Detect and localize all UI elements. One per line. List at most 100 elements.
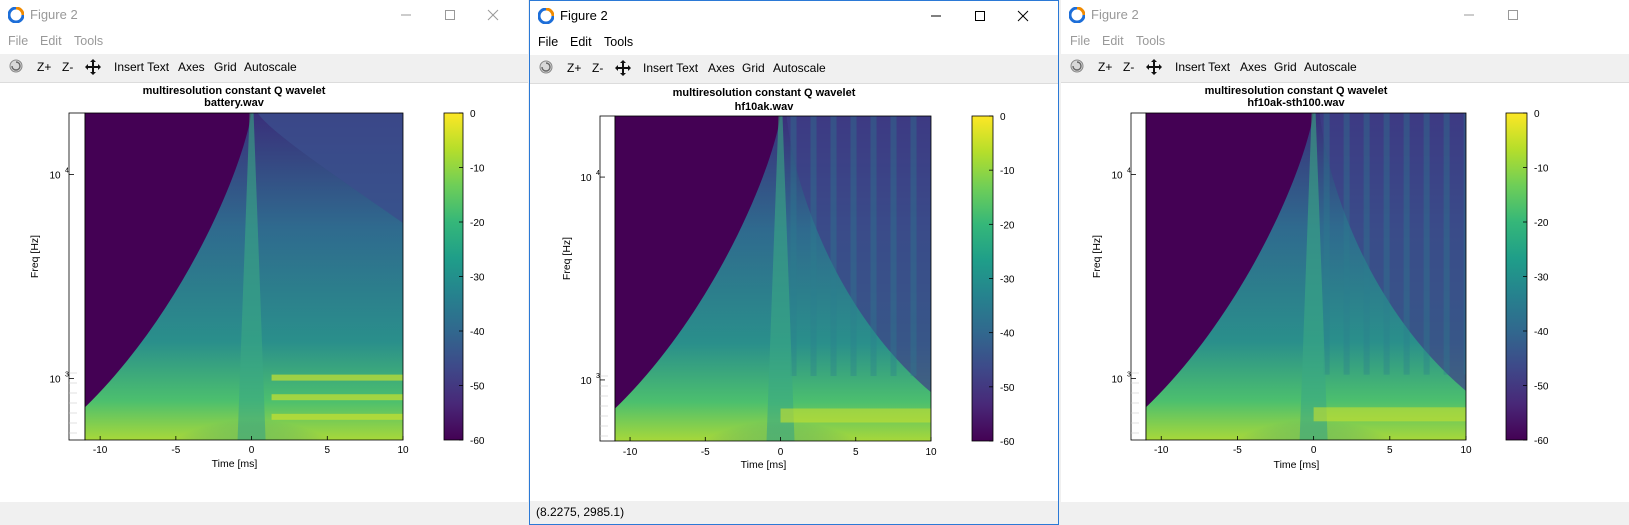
axes-button[interactable]: Axes [708, 61, 735, 75]
title-bar[interactable]: Figure 2 [1061, 0, 1629, 30]
y-tick-label: 10 [580, 173, 592, 184]
plot-title-line1: multiresolution constant Q wavelet [143, 85, 326, 97]
x-tick-label: 5 [1387, 445, 1393, 456]
plot-canvas[interactable]: multiresolution constant Q wavelet batter… [0, 83, 528, 525]
maximize-button[interactable] [430, 2, 470, 28]
y-axis-label: Freq [Hz] [1091, 235, 1103, 278]
x-tick-label: 0 [1311, 445, 1317, 456]
menu-tools[interactable]: Tools [604, 35, 633, 49]
window-title: Figure 2 [560, 8, 608, 23]
minimize-button[interactable] [386, 2, 426, 28]
colorbar-tick-label: 0 [1000, 112, 1006, 123]
minimize-button[interactable] [916, 3, 956, 29]
zoom-out-button[interactable]: Z- [1123, 60, 1134, 74]
menu-edit[interactable]: Edit [570, 35, 592, 49]
y-tick-label: 10 [580, 376, 592, 387]
menu-edit[interactable]: Edit [1102, 34, 1124, 48]
colorbar-tick-label: -60 [470, 436, 485, 447]
y-tick-exponent: 4 [65, 167, 69, 174]
insert-text-button[interactable]: Insert Text [114, 60, 169, 74]
autoscale-button[interactable]: Autoscale [244, 60, 297, 74]
autoscale-button[interactable]: Autoscale [773, 61, 826, 75]
x-axis-label: Time [ms] [1274, 459, 1320, 471]
menu-edit[interactable]: Edit [40, 34, 62, 48]
minimize-button[interactable] [1449, 2, 1489, 28]
plot-canvas[interactable]: multiresolution constant Q wavelet hf10ak… [530, 84, 1058, 524]
maximize-button[interactable] [960, 3, 1000, 29]
menu-bar: File Edit Tools [0, 30, 528, 52]
colorbar-tick-label: -40 [1534, 327, 1549, 338]
colorbar-tick-label: -40 [470, 327, 485, 338]
colorbar-tick-label: -30 [1000, 275, 1015, 286]
figure-window-2[interactable]: Figure 2 File Edit Tools Z+ Z- Insert Text Axes… [529, 0, 1059, 525]
menu-file[interactable]: File [8, 34, 28, 48]
colorbar-tick-label: -20 [470, 218, 485, 229]
window-title: Figure 2 [30, 7, 78, 22]
cursor-coordinates: (8.2275, 2985.1) [536, 505, 625, 519]
pan-move-icon[interactable] [614, 59, 632, 80]
figure-toolbar: Z+ Z- Insert Text Axes Grid Autoscale [0, 54, 528, 83]
colorbar-tick-label: 0 [1534, 109, 1540, 120]
menu-tools[interactable]: Tools [74, 34, 103, 48]
grid-button[interactable]: Grid [214, 60, 237, 74]
pan-move-icon[interactable] [84, 58, 102, 79]
axes-button[interactable]: Axes [178, 60, 205, 74]
plot-title-line1: multiresolution constant Q wavelet [673, 87, 856, 99]
maximize-icon [975, 11, 985, 21]
menu-tools[interactable]: Tools [1136, 34, 1165, 48]
title-bar[interactable]: Figure 2 [0, 0, 528, 30]
colorbar-tick-label: -10 [1534, 164, 1549, 175]
figure-window-3[interactable]: Figure 2 File Edit Tools Z+ Z- Insert Text Axes… [1061, 0, 1629, 525]
x-tick-label: 10 [397, 445, 409, 456]
axes-button[interactable]: Axes [1240, 60, 1267, 74]
close-button[interactable] [473, 2, 513, 28]
rotate-icon[interactable] [538, 59, 554, 78]
x-tick-label: -5 [1233, 445, 1242, 456]
close-button[interactable] [1003, 3, 1043, 29]
y-tick-exponent: 4 [596, 170, 600, 177]
colorbar-tick-label: -20 [1534, 218, 1549, 229]
plot-canvas[interactable]: multiresolution constant Q wavelet hf10ak… [1061, 83, 1629, 525]
zoom-in-button[interactable]: Z+ [37, 60, 51, 74]
colorbar-tick-label: -60 [1000, 437, 1015, 448]
autoscale-button[interactable]: Autoscale [1304, 60, 1357, 74]
y-tick-label: 10 [1111, 170, 1123, 181]
zoom-in-button[interactable]: Z+ [567, 61, 581, 75]
rotate-icon[interactable] [8, 58, 24, 77]
insert-text-button[interactable]: Insert Text [1175, 60, 1230, 74]
status-bar: (8.2275, 2985.1) [530, 501, 1058, 524]
figure-window-1[interactable]: Figure 2 File Edit Tools Z+ Z- Insert Text Axes… [0, 0, 528, 525]
menu-file[interactable]: File [538, 35, 558, 49]
x-tick-label: 5 [325, 445, 331, 456]
plot-title-line2: battery.wav [204, 97, 265, 109]
zoom-in-button[interactable]: Z+ [1098, 60, 1112, 74]
pan-move-icon[interactable] [1145, 58, 1163, 79]
colorbar-tick-label: -30 [1534, 273, 1549, 284]
close-icon [487, 9, 499, 21]
menu-bar: File Edit Tools [1061, 30, 1629, 52]
rotate-icon[interactable] [1069, 58, 1085, 77]
menu-file[interactable]: File [1070, 34, 1090, 48]
y-tick-label: 10 [49, 375, 61, 386]
x-tick-label: -5 [701, 447, 710, 458]
octave-app-icon [7, 6, 25, 24]
zoom-out-button[interactable]: Z- [592, 61, 603, 75]
octave-app-icon [537, 7, 555, 25]
colorbar-tick-label: -50 [1000, 383, 1015, 394]
x-tick-label: 10 [925, 447, 937, 458]
grid-button[interactable]: Grid [742, 61, 765, 75]
title-bar[interactable]: Figure 2 [530, 1, 1058, 31]
y-tick-exponent: 4 [1127, 167, 1131, 174]
insert-text-button[interactable]: Insert Text [643, 61, 698, 75]
maximize-button[interactable] [1493, 2, 1533, 28]
y-tick-label: 10 [49, 170, 61, 181]
octave-app-icon [1068, 6, 1086, 24]
zoom-out-button[interactable]: Z- [62, 60, 73, 74]
grid-button[interactable]: Grid [1274, 60, 1297, 74]
x-tick-label: -5 [171, 445, 180, 456]
plot-title-line2: hf10ak-sth100.wav [1247, 97, 1345, 109]
colorbar-tick-label: 0 [470, 109, 476, 120]
y-axis-label: Freq [Hz] [29, 235, 41, 278]
colorbar-tick-label: -30 [470, 273, 485, 284]
plot-title-line2: hf10ak.wav [735, 101, 795, 113]
